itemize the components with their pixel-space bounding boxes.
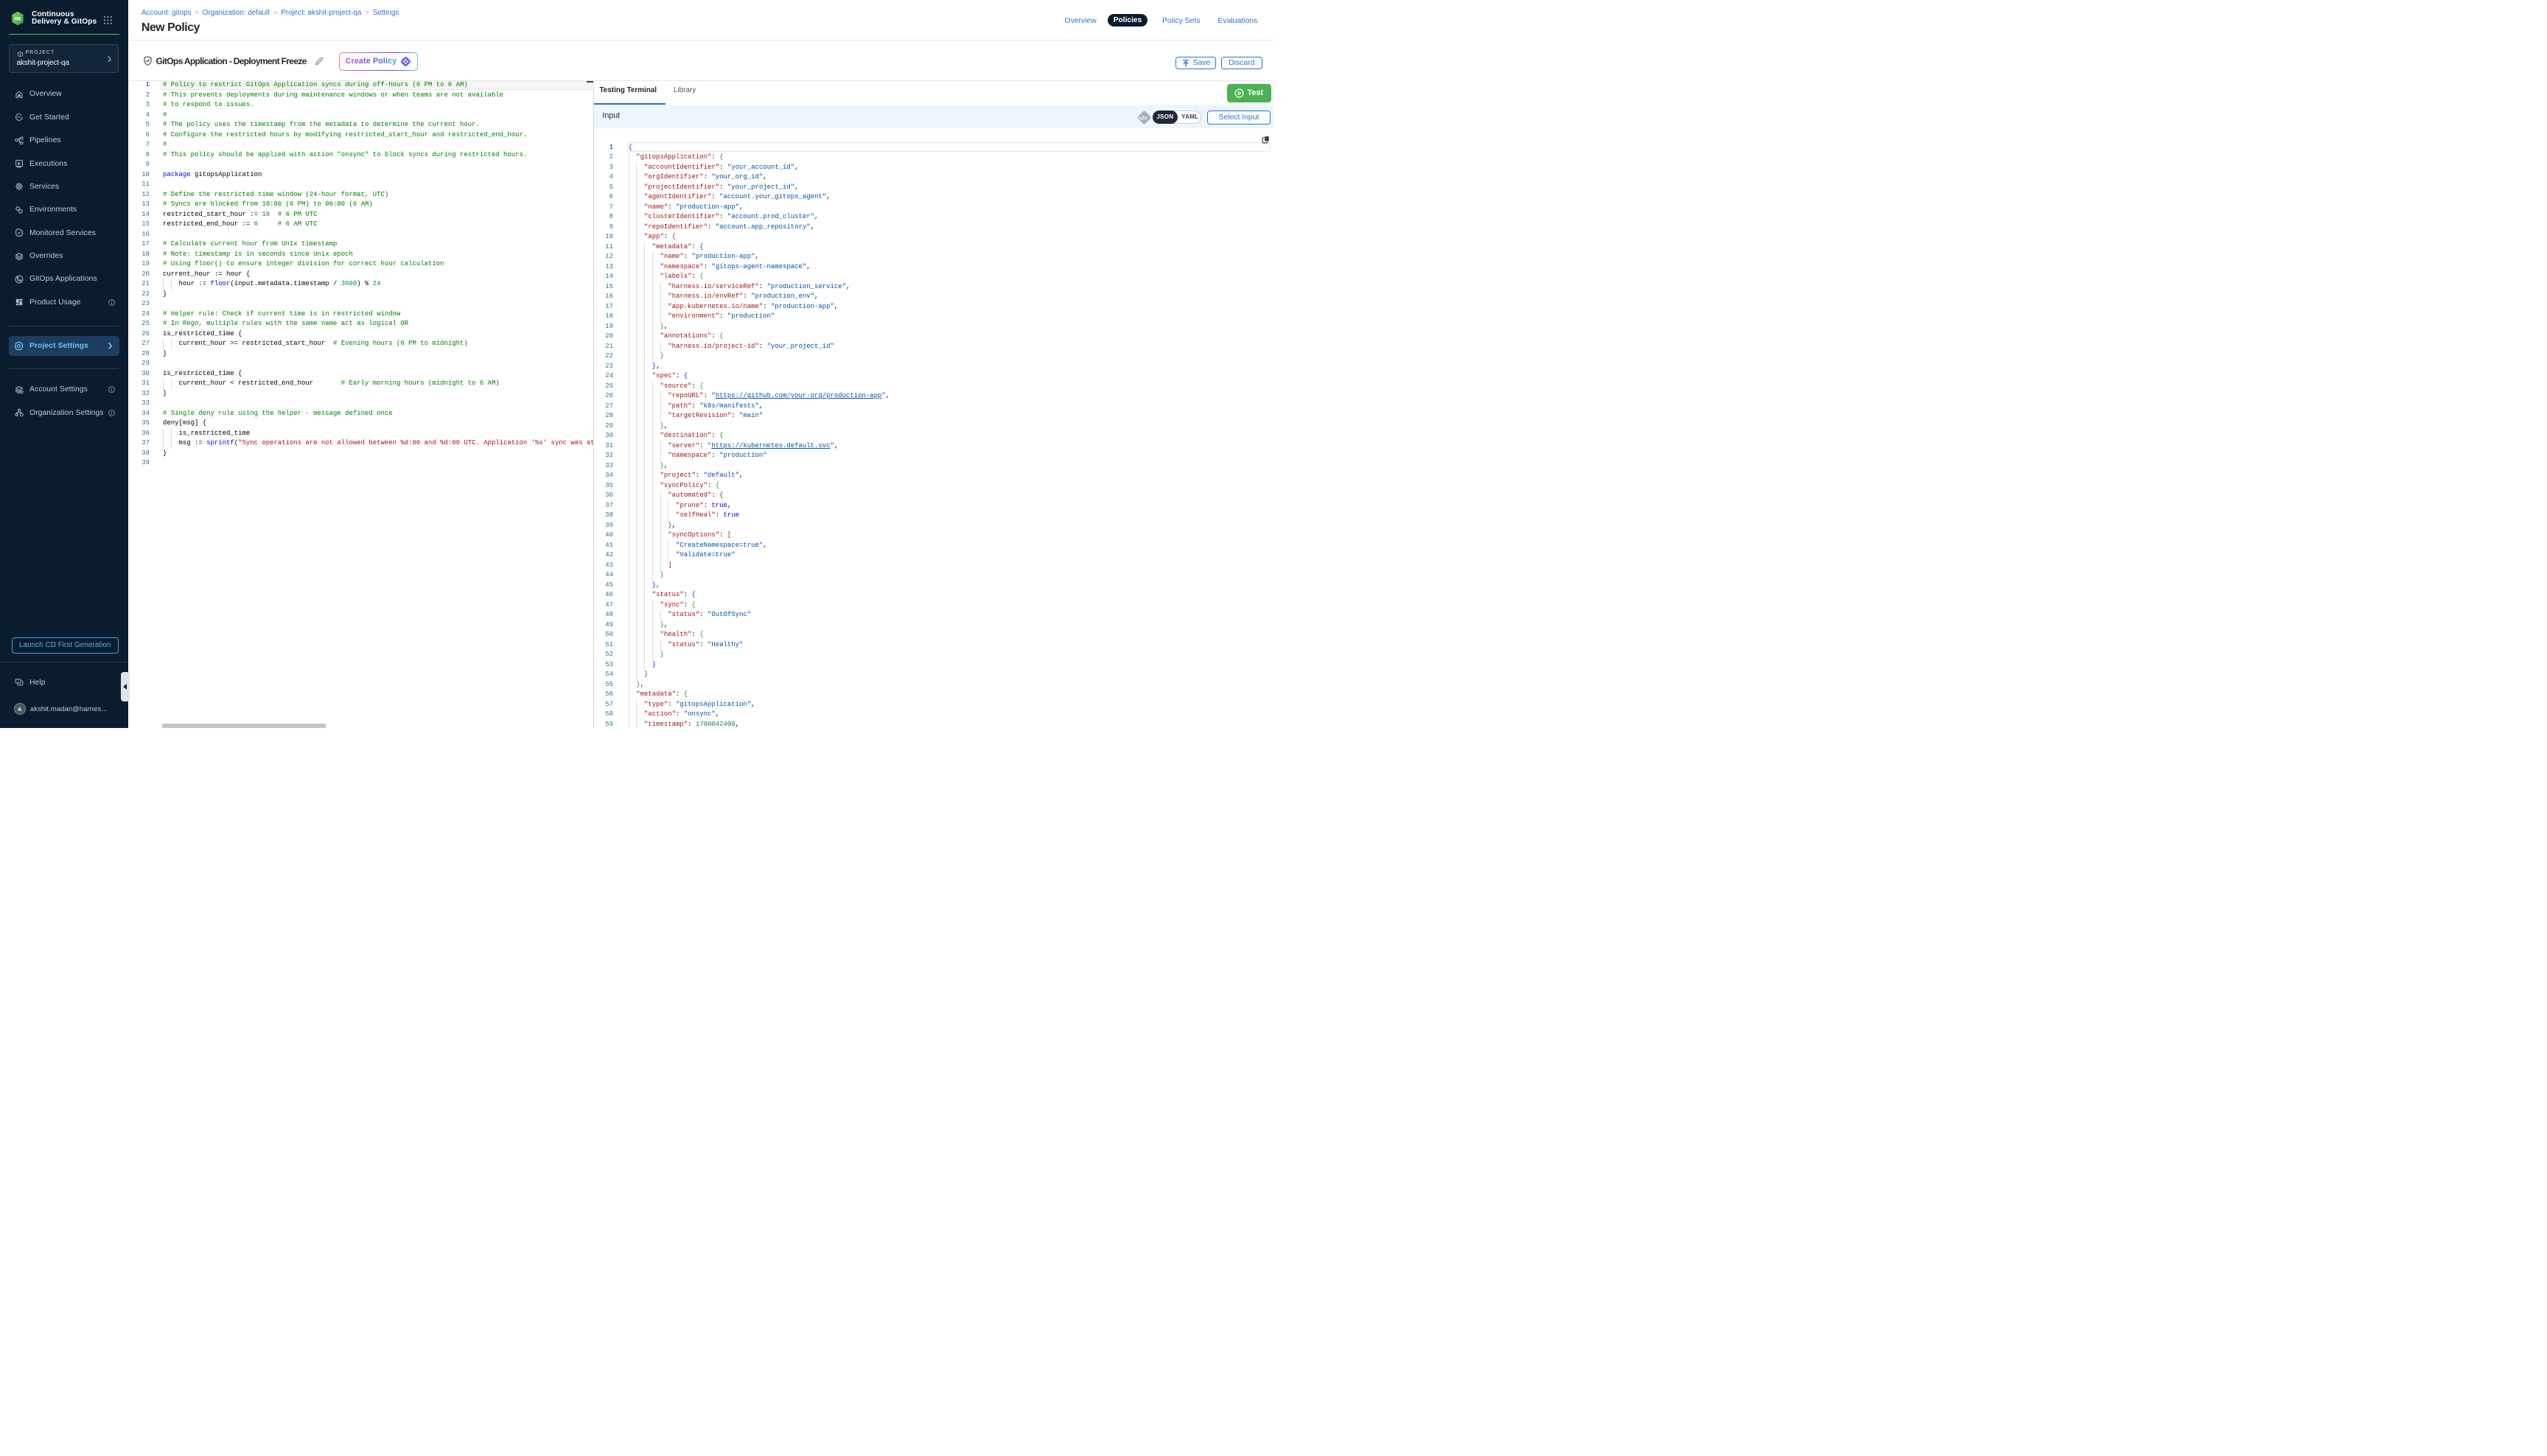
svg-text:?: ? <box>17 679 19 683</box>
svg-text:∞: ∞ <box>15 13 21 24</box>
svg-text:</>: </> <box>1139 115 1147 122</box>
